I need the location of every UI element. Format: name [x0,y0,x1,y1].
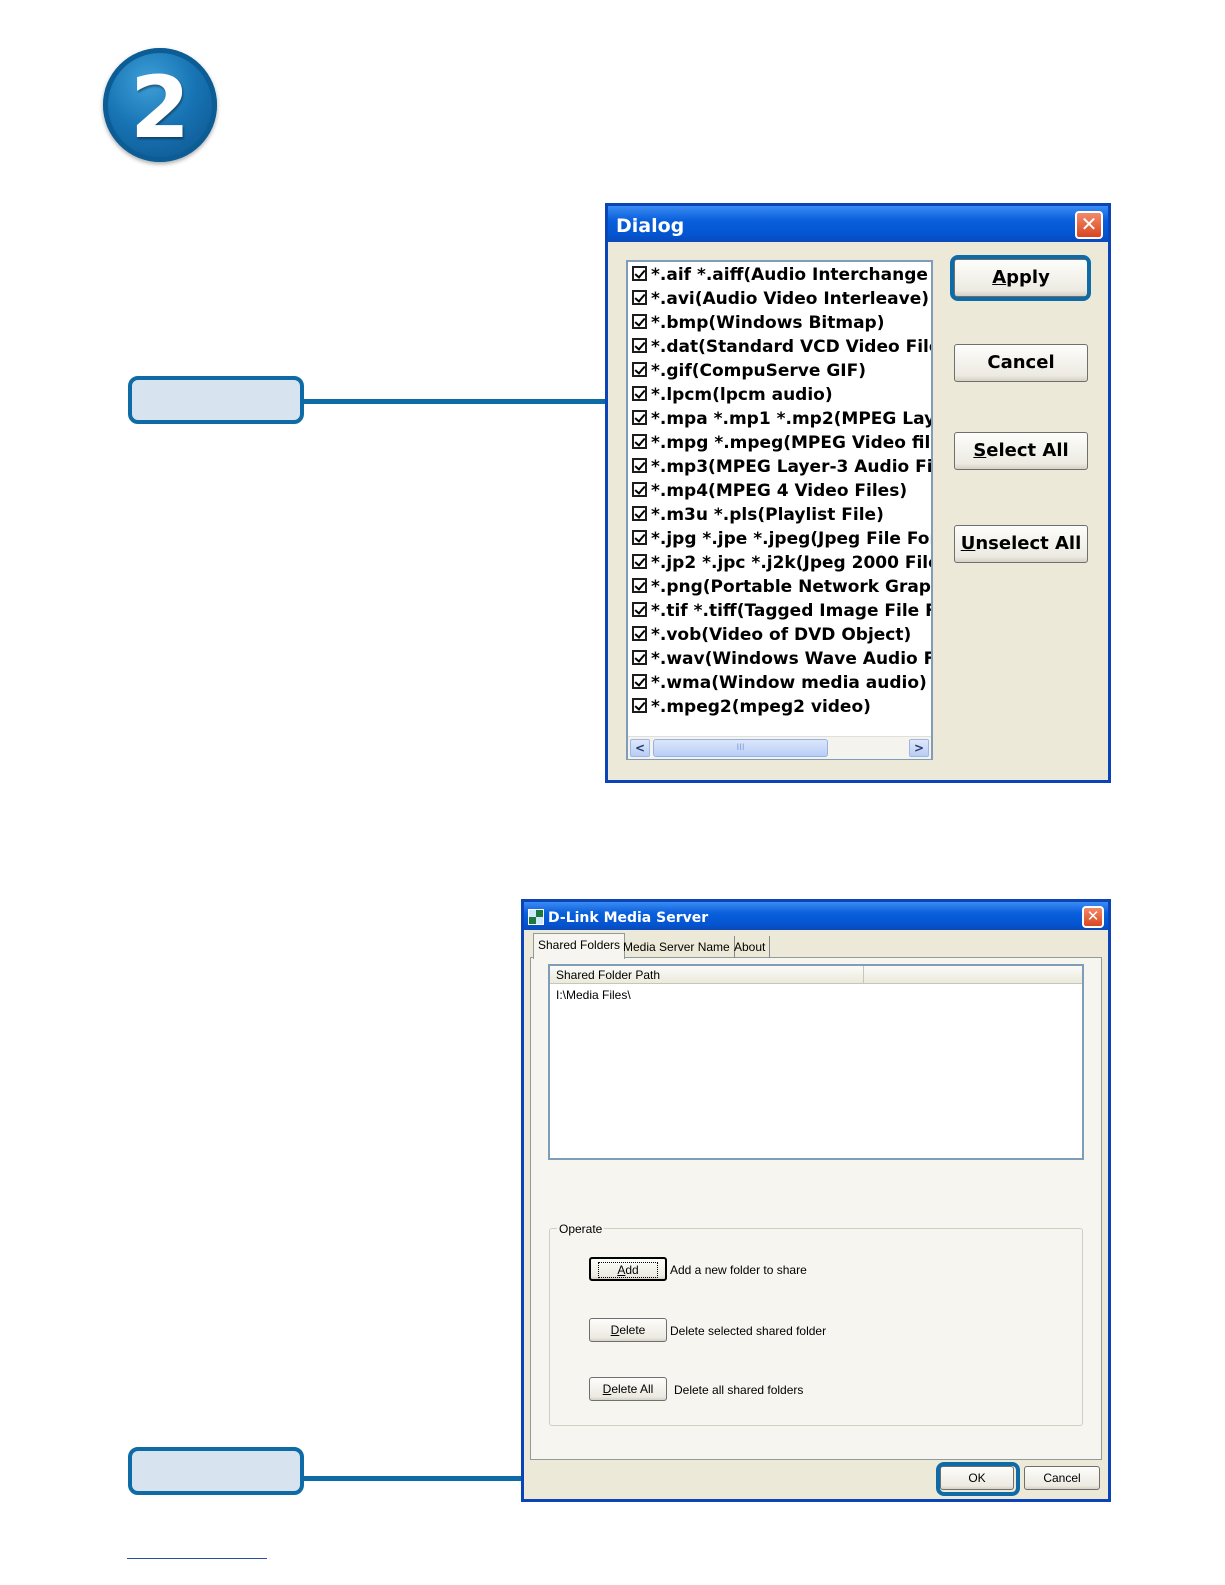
shared-folder-list[interactable]: Shared Folder Path I:\Media Files\ [548,964,1084,1160]
checkbox-checked-icon[interactable] [632,482,647,497]
list-item[interactable]: *.mp3(MPEG Layer-3 Audio File) [632,457,931,481]
checkbox-checked-icon[interactable] [632,290,647,305]
checkbox-checked-icon[interactable] [632,602,647,617]
checkbox-checked-icon[interactable] [632,650,647,665]
list-item[interactable]: *.mp4(MPEG 4 Video Files) [632,481,907,505]
list-item[interactable]: *.wma(Window media audio) [632,673,927,697]
footer-rule [127,1558,267,1559]
list-item[interactable]: *.aif *.aiff(Audio Interchange File [632,265,931,289]
checkbox-checked-icon[interactable] [632,578,647,593]
delete-button[interactable]: Delete [589,1318,667,1342]
table-row[interactable]: I:\Media Files\ [556,988,631,1002]
list-item[interactable]: *.tif *.tiff(Tagged Image File Forn [632,601,931,625]
list-item[interactable]: *.avi(Audio Video Interleave) [632,289,929,313]
list-item[interactable]: *.mpg *.mpeg(MPEG Video files) [632,433,931,457]
operate-group-label: Operate [557,1222,605,1236]
checkbox-checked-icon[interactable] [632,362,647,377]
list-item[interactable]: *.mpa *.mp1 *.mp2(MPEG Layer- [632,409,931,433]
list-item[interactable]: *.mpeg2(mpeg2 video) [632,697,871,721]
apply-highlight-ring [950,255,1091,301]
callout-apply [128,376,304,424]
checkbox-checked-icon[interactable] [632,458,647,473]
dialog-title: Dialog [616,215,685,237]
list-item[interactable]: *.dat(Standard VCD Video Files) [632,337,931,361]
scroll-thumb[interactable]: III [653,739,828,757]
delete-all-description: Delete all shared folders [674,1383,804,1397]
checkbox-checked-icon[interactable] [632,434,647,449]
column-header-empty[interactable] [864,966,1082,984]
window-titlebar: D-Link Media Server [524,902,1108,930]
window-title: D-Link Media Server [548,910,709,926]
list-item[interactable]: *.bmp(Windows Bitmap) [632,313,884,337]
list-item[interactable]: *.gif(CompuServe GIF) [632,361,866,385]
checkbox-checked-icon[interactable] [632,386,647,401]
horizontal-scrollbar[interactable]: < III > [628,736,931,759]
list-item[interactable]: *.jp2 *.jpc *.j2k(Jpeg 2000 File F [632,553,931,577]
column-header-shared-folder-path[interactable]: Shared Folder Path [550,966,864,984]
checkbox-checked-icon[interactable] [632,530,647,545]
list-item[interactable]: *.wav(Windows Wave Audio File [632,649,931,673]
file-type-list[interactable]: *.aif *.aiff(Audio Interchange File *.av… [626,260,933,760]
close-button[interactable]: ✕ [1075,211,1103,239]
add-description: Add a new folder to share [670,1263,807,1277]
checkbox-checked-icon[interactable] [632,674,647,689]
dlink-app-icon [528,909,544,925]
cancel-button[interactable]: Cancel [1024,1466,1100,1490]
step-number-badge: 2 [103,48,217,162]
checkbox-checked-icon[interactable] [632,698,647,713]
cancel-button[interactable]: Cancel [954,344,1088,382]
tab-about[interactable]: About [730,936,771,958]
list-item[interactable]: *.m3u *.pls(Playlist File) [632,505,884,529]
checkbox-checked-icon[interactable] [632,554,647,569]
close-icon: ✕ [1086,907,1100,925]
close-button[interactable]: ✕ [1082,906,1104,928]
select-all-button[interactable]: Select All [954,432,1088,470]
tab-shared-folders[interactable]: Shared Folders [533,933,626,959]
scroll-left-arrow-icon[interactable]: < [630,739,650,757]
delete-description: Delete selected shared folder [670,1324,827,1338]
callout-ok [128,1447,304,1495]
dialog-titlebar: Dialog [608,206,1108,242]
checkbox-checked-icon[interactable] [632,506,647,521]
unselect-all-button[interactable]: Unselect All [954,525,1088,563]
close-icon: ✕ [1080,212,1098,236]
list-item[interactable]: *.jpg *.jpe *.jpeg(Jpeg File Forma [632,529,931,553]
list-item[interactable]: *.png(Portable Network Graphics [632,577,931,601]
checkbox-checked-icon[interactable] [632,626,647,641]
delete-all-button[interactable]: Delete All [589,1377,667,1401]
list-item[interactable]: *.vob(Video of DVD Object) [632,625,911,649]
checkbox-checked-icon[interactable] [632,410,647,425]
scroll-right-arrow-icon[interactable]: > [909,739,929,757]
checkbox-checked-icon[interactable] [632,314,647,329]
checkbox-checked-icon[interactable] [632,266,647,281]
ok-highlight-ring [936,1462,1020,1496]
checkbox-checked-icon[interactable] [632,338,647,353]
add-button[interactable]: Add [589,1257,667,1281]
step-number: 2 [130,58,190,158]
tab-media-server-name[interactable]: Media Server Name [619,936,735,958]
list-item[interactable]: *.lpcm(lpcm audio) [632,385,833,409]
